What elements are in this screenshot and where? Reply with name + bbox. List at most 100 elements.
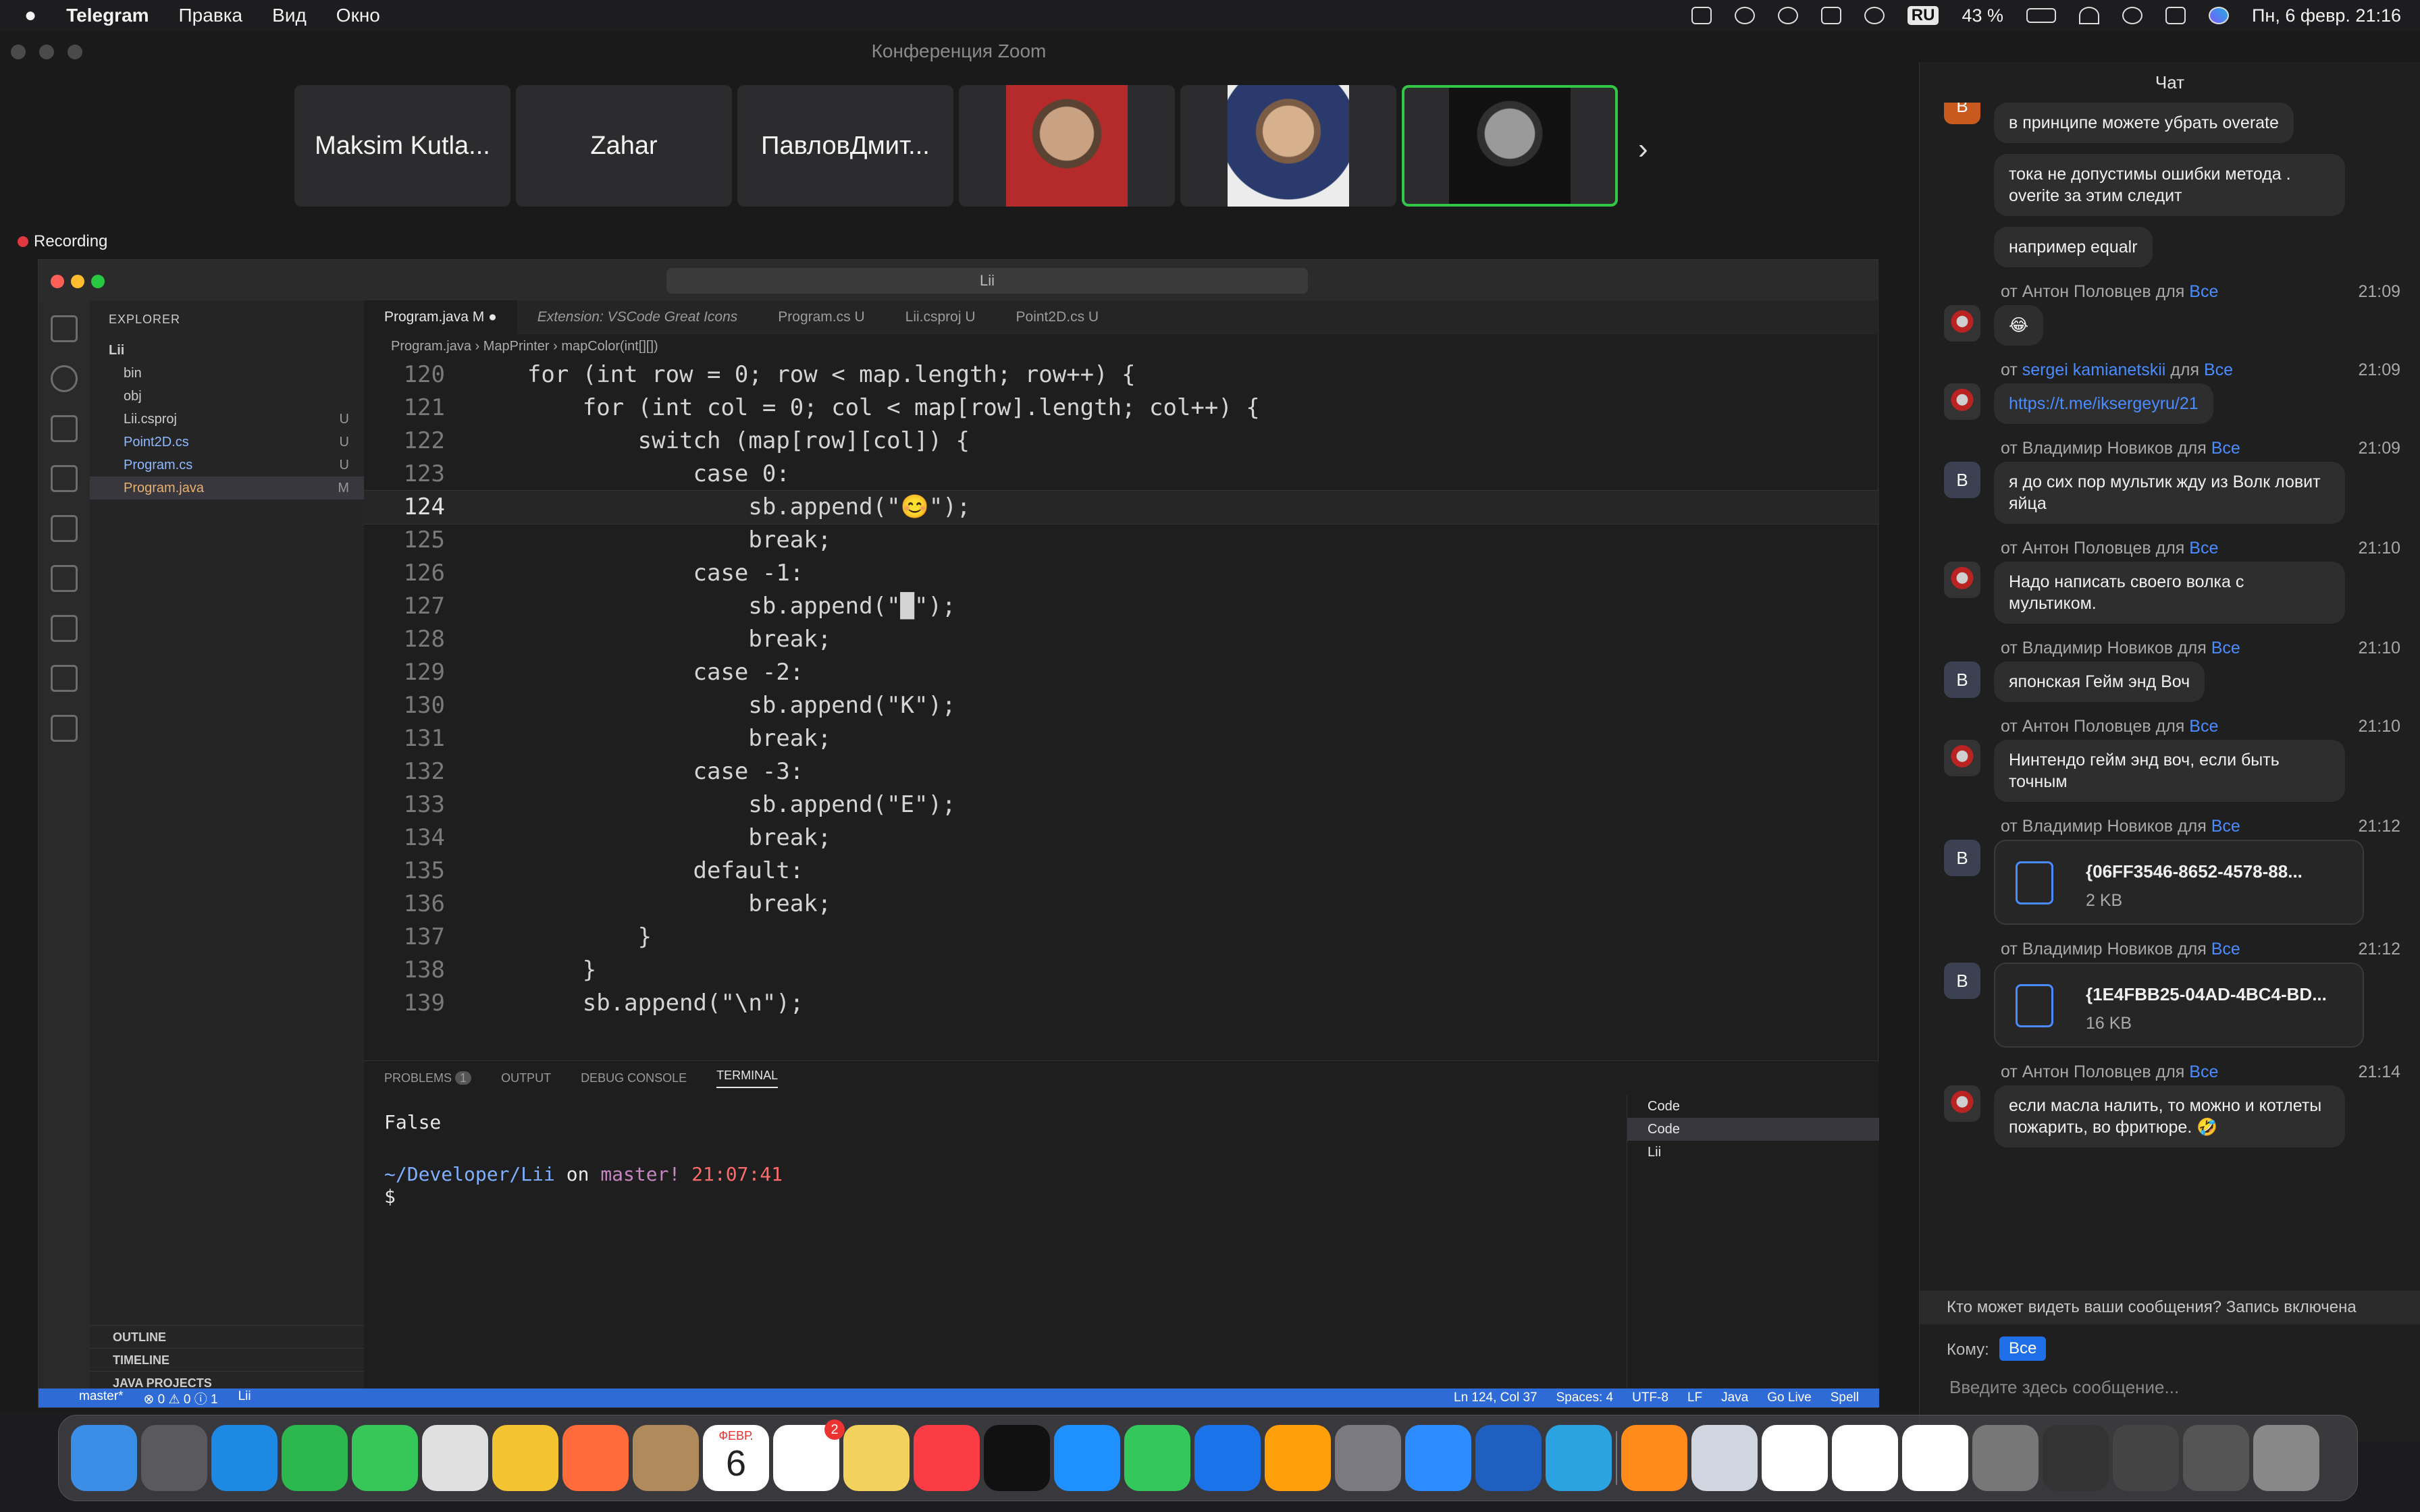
explorer-icon[interactable] <box>51 315 78 342</box>
control-center-icon[interactable] <box>2165 7 2186 24</box>
tab-debug-console[interactable]: DEBUG CONSOLE <box>581 1071 687 1085</box>
outline-section[interactable]: OUTLINE <box>90 1325 364 1348</box>
timeline-section[interactable]: TIMELINE <box>90 1348 364 1371</box>
status-spaces[interactable]: Spaces: 4 <box>1556 1390 1614 1405</box>
next-participants-chevron-icon[interactable]: › <box>1638 132 1648 166</box>
airpods-icon[interactable] <box>1777 7 1798 24</box>
code-line[interactable]: 133 sb.append("E"); <box>364 788 1879 821</box>
status-encoding[interactable]: UTF-8 <box>1632 1390 1668 1405</box>
window-minimize-button[interactable] <box>39 45 54 59</box>
status-problems[interactable]: ⊗ 0 ⚠ 0 ⓘ 1 <box>143 1389 217 1407</box>
vscode-icon[interactable] <box>1475 1425 1542 1491</box>
numbers-icon[interactable] <box>1124 1425 1190 1491</box>
window-thumb[interactable] <box>2113 1425 2179 1491</box>
code-line[interactable]: 125 break; <box>364 524 1879 557</box>
telegram-icon[interactable] <box>1546 1425 1612 1491</box>
code-line[interactable]: 129 case -2: <box>364 656 1879 689</box>
command-center-search[interactable]: Lii <box>666 268 1308 294</box>
app-store-icon[interactable] <box>1054 1425 1120 1491</box>
tab-extension[interactable]: Extension: VSCode Great Icons <box>517 300 758 334</box>
window-thumb[interactable] <box>1832 1425 1898 1491</box>
preview-icon[interactable] <box>1762 1425 1828 1491</box>
mouse-app-icon[interactable] <box>562 1425 629 1491</box>
tree-folder-obj[interactable]: obj <box>90 385 364 408</box>
maps-icon[interactable] <box>422 1425 488 1491</box>
tab-problems[interactable]: PROBLEMS 1 <box>384 1071 472 1085</box>
menu-edit[interactable]: Правка <box>179 5 243 26</box>
tree-folder-bin[interactable]: bin <box>90 362 364 385</box>
chat-message[interactable]: тока не допустимы ошибки метода . overit… <box>1920 154 2420 227</box>
code-line[interactable]: 137 } <box>364 921 1879 954</box>
window-zoom-button[interactable] <box>68 45 82 59</box>
zoom-icon[interactable] <box>1405 1425 1471 1491</box>
tree-file-program-java[interactable]: Program.java M <box>90 477 364 500</box>
status-branch[interactable]: master* <box>79 1389 123 1407</box>
messages-icon[interactable] <box>352 1425 418 1491</box>
code-line[interactable]: 128 break; <box>364 623 1879 656</box>
chat-message[interactable]: от Владимир Новиков для Все 21:09 Bя до си… <box>1920 435 2420 535</box>
notes-icon[interactable] <box>843 1425 910 1491</box>
code-line[interactable]: 132 case -3: <box>364 755 1879 788</box>
status-position[interactable]: Ln 124, Col 37 <box>1454 1390 1537 1405</box>
notification-icon[interactable] <box>1734 7 1755 24</box>
participant-tile[interactable]: Maksim Kutla... <box>294 85 510 207</box>
window-thumb[interactable] <box>1972 1425 2038 1491</box>
chat-message[interactable]: Bв принципе можете убрать overate <box>1920 103 2420 154</box>
folder-icon[interactable] <box>2183 1425 2249 1491</box>
run-debug-icon[interactable] <box>51 465 78 492</box>
tab-terminal[interactable]: TERMINAL <box>716 1069 779 1088</box>
car-icon[interactable] <box>1820 7 1841 24</box>
finder-icon[interactable] <box>71 1425 137 1491</box>
code-line[interactable]: 130 sb.append("K"); <box>364 689 1879 722</box>
tab-point2d[interactable]: Point2D.cs U <box>996 300 1120 334</box>
active-speaker-tile[interactable] <box>1402 85 1618 207</box>
source-control-icon[interactable] <box>51 415 78 442</box>
breadcrumb-item[interactable]: Program.java <box>391 339 471 354</box>
keynote-icon[interactable] <box>1194 1425 1261 1491</box>
tv-icon[interactable] <box>984 1425 1050 1491</box>
file-attachment[interactable]: {06FF3546-8652-4578-88... 2 KB <box>1994 840 2364 925</box>
message-link[interactable]: https://t.me/iksergeyru/21 <box>2009 394 2199 413</box>
sender-name[interactable]: sergei kamianetskii <box>2022 360 2166 379</box>
launchpad-icon[interactable] <box>141 1425 207 1491</box>
status-go-live[interactable]: Go Live <box>1767 1390 1811 1405</box>
code-line[interactable]: 139 sb.append("\n"); <box>364 987 1879 1020</box>
code-line[interactable]: 124 sb.append("😊"); <box>364 490 1879 524</box>
participant-tile[interactable]: ПавловДмит... <box>737 85 953 207</box>
chat-messages[interactable]: Bв принципе можете убрать overate тока не… <box>1920 103 2420 1331</box>
tab-program-java[interactable]: Program.java M ● <box>364 300 517 334</box>
file-attachment[interactable]: {1E4FBB25-04AD-4BC4-BD... 16 KB <box>1994 963 2364 1048</box>
menu-app-name[interactable]: Telegram <box>66 5 149 26</box>
camera-status-icon[interactable] <box>1691 7 1712 24</box>
tree-file-program-cs[interactable]: Program.cs U <box>90 454 364 477</box>
chat-message[interactable]: от Антон Половцев для Все 21:10 Надо напис… <box>1920 535 2420 634</box>
code-line[interactable]: 136 break; <box>364 888 1879 921</box>
remote-explorer-icon[interactable] <box>51 565 78 592</box>
tab-output[interactable]: OUTPUT <box>501 1071 551 1085</box>
tab-program-cs[interactable]: Program.cs U <box>758 300 885 334</box>
window-thumb[interactable] <box>2043 1425 2109 1491</box>
reminders-icon[interactable]: 2 <box>773 1420 845 1491</box>
search-icon[interactable] <box>2122 7 2142 24</box>
play-icon[interactable] <box>1864 7 1885 24</box>
sublime-icon[interactable] <box>1691 1425 1758 1491</box>
chat-privacy-notice[interactable]: Кто может видеть ваши сообщения? Запись … <box>1920 1291 2420 1324</box>
status-eol[interactable]: LF <box>1687 1390 1702 1405</box>
chat-message[interactable]: от Владимир Новиков для Все 21:10 Bяпонска… <box>1920 634 2420 713</box>
chat-message[interactable]: от sergei kamianetskii для Все 21:09 https… <box>1920 356 2420 435</box>
window-close-button[interactable] <box>11 45 26 59</box>
tree-file-point2d[interactable]: Point2D.cs U <box>90 431 364 454</box>
music-icon[interactable] <box>914 1425 980 1491</box>
code-line[interactable]: 131 break; <box>364 722 1879 755</box>
chat-message[interactable]: от Владимир Новиков для Все 21:12 B {1E4FBB… <box>1920 936 2420 1048</box>
extensions-icon[interactable] <box>51 515 78 542</box>
code-line[interactable]: 123 case 0: <box>364 458 1879 491</box>
wifi-icon[interactable] <box>2079 7 2099 24</box>
code-line[interactable]: 135 default: <box>364 855 1879 888</box>
code-line[interactable]: 127 sb.append("█"); <box>364 590 1879 623</box>
trash-icon[interactable] <box>2253 1425 2319 1491</box>
java-projects-icon[interactable] <box>51 665 78 692</box>
apple-menu-icon[interactable]: ● <box>24 4 36 27</box>
code-line[interactable]: 121 for (int col = 0; col < map[row].len… <box>364 392 1879 425</box>
input-source[interactable]: RU <box>1907 6 1939 25</box>
